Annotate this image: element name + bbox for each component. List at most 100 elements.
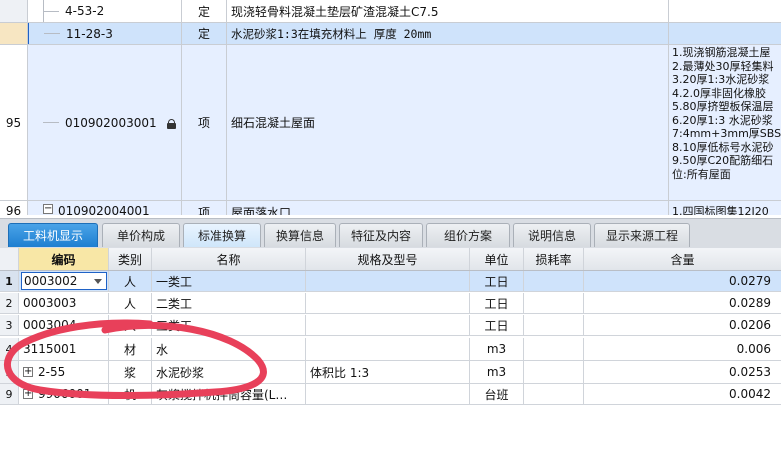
table-row[interactable]: 4-53-2 定 现浇轻骨料混凝土垫层矿渣混凝土C7.5 — [0, 0, 781, 23]
header-name[interactable]: 名称 — [152, 248, 306, 270]
code-value: 9906001 — [38, 387, 92, 401]
type-cell[interactable]: 人 — [109, 315, 152, 335]
spec-cell[interactable] — [306, 271, 470, 291]
item-name: 水泥砂浆1:3在填充材料上 厚度 20mm — [227, 23, 669, 44]
table-row[interactable]: 96 −010902004001 项 屋面落水口 1.四国标图集12J20 — [0, 201, 781, 215]
row-number: 2 — [0, 293, 19, 313]
loss-cell[interactable] — [524, 271, 584, 291]
name-cell[interactable]: 二类工 — [152, 293, 306, 313]
name-cell[interactable]: 水泥砂浆 — [152, 361, 306, 383]
expand-icon[interactable]: + — [23, 389, 33, 399]
table-row-selected[interactable]: 11-28-3 定 水泥砂浆1:3在填充材料上 厚度 20mm — [0, 23, 781, 45]
header-loss-rate[interactable]: 损耗率 — [524, 248, 584, 270]
type-cell[interactable]: 浆 — [109, 361, 152, 383]
table-row[interactable]: 2 0003003 人 二类工 工日 0.0289 — [0, 293, 781, 314]
item-features: 1.四国标图集12J20 — [669, 201, 781, 215]
name-cell[interactable]: 水 — [152, 338, 306, 360]
header-spec[interactable]: 规格及型号 — [306, 248, 470, 270]
unit-cell[interactable]: 工日 — [470, 315, 524, 335]
item-name: 现浇轻骨料混凝土垫层矿渣混凝土C7.5 — [227, 0, 669, 22]
feature-line: 9.50厚C20配筋细石 — [672, 154, 774, 167]
header-type[interactable]: 类别 — [109, 248, 152, 270]
unit-cell[interactable]: 工日 — [470, 293, 524, 313]
spec-cell[interactable] — [306, 315, 470, 335]
item-code-cell: −010902004001 — [28, 201, 182, 215]
header-code[interactable]: 编码 — [19, 248, 109, 270]
table-row[interactable]: 9 +9906001 机 灰浆搅拌机拌筒容量(L… 台班 0.0042 — [0, 384, 781, 405]
tab-description[interactable]: 说明信息 — [513, 223, 591, 247]
unit-cell[interactable]: m3 — [470, 338, 524, 360]
code-cell[interactable]: 3115001 — [19, 338, 109, 360]
spec-cell[interactable] — [306, 384, 470, 404]
expand-icon[interactable]: + — [23, 367, 33, 377]
tab-conversion-info[interactable]: 换算信息 — [264, 223, 336, 247]
table-row[interactable]: 95 010902003001 项 细石混凝土屋面 1.现浇钢筋混凝土屋 2.最… — [0, 45, 781, 201]
lock-icon — [166, 118, 176, 129]
item-features: 1.现浇钢筋混凝土屋 2.最薄处30厚轻集料 3.20厚1:3水泥砂浆 4.2.… — [669, 45, 781, 200]
unit-cell[interactable]: 台班 — [470, 384, 524, 404]
type-cell[interactable]: 人 — [109, 293, 152, 313]
code-value: 0003002 — [24, 274, 78, 288]
code-cell[interactable]: +2-55 — [19, 361, 109, 383]
quantity-cell[interactable]: 0.0042 — [584, 384, 781, 404]
item-code: 11-28-3 — [66, 26, 113, 41]
quantity-cell[interactable]: 0.006 — [584, 338, 781, 360]
type-cell[interactable]: 人 — [109, 271, 152, 291]
header-unit[interactable]: 单位 — [470, 248, 524, 270]
loss-cell[interactable] — [524, 338, 584, 360]
feature-line: 5.80厚挤塑板保温层 — [672, 100, 774, 113]
feature-line: 8.10厚低标号水泥砂 — [672, 140, 774, 154]
quantity-cell[interactable]: 0.0289 — [584, 293, 781, 313]
loss-cell[interactable] — [524, 293, 584, 313]
row-number: 3 — [0, 315, 19, 335]
quantity-cell[interactable]: 0.0279 — [584, 271, 781, 291]
feature-line: 4.2.0厚非固化橡胶 — [672, 86, 766, 100]
tab-material-display[interactable]: 工料机显示 — [8, 223, 98, 247]
loss-cell[interactable] — [524, 361, 584, 383]
item-type: 项 — [182, 201, 227, 215]
spec-cell[interactable]: 体积比 1:3 — [306, 361, 470, 383]
quantity-cell[interactable]: 0.0253 — [584, 361, 781, 383]
item-type: 定 — [182, 0, 227, 22]
item-code-cell: 11-28-3 — [28, 23, 182, 44]
feature-line: 6.20厚1:3 水泥砂浆 — [672, 113, 773, 127]
tab-features-content[interactable]: 特征及内容 — [339, 223, 423, 247]
code-cell[interactable]: 0003002 — [19, 271, 109, 291]
code-cell[interactable]: 0003003 — [19, 293, 109, 313]
item-type: 项 — [182, 45, 227, 200]
code-cell[interactable]: +9906001 — [19, 384, 109, 404]
loss-cell[interactable] — [524, 384, 584, 404]
type-cell[interactable]: 机 — [109, 384, 152, 404]
feature-line: 1.四国标图集12J20 — [672, 205, 769, 215]
spec-cell[interactable] — [306, 293, 470, 313]
tab-standard-conversion[interactable]: 标准换算 — [183, 223, 261, 247]
code-input[interactable]: 0003002 — [21, 272, 107, 290]
item-code-cell: 010902003001 — [28, 45, 182, 200]
tab-source-project[interactable]: 显示来源工程 — [594, 223, 690, 247]
unit-cell[interactable]: m3 — [470, 361, 524, 383]
item-code: 4-53-2 — [65, 4, 105, 18]
chevron-down-icon[interactable] — [94, 278, 102, 284]
unit-cell[interactable]: 工日 — [470, 271, 524, 291]
item-code: 010902003001 — [65, 115, 157, 130]
name-cell[interactable]: 灰浆搅拌机拌筒容量(L… — [152, 384, 306, 404]
row-number — [0, 23, 28, 44]
name-cell[interactable]: 三类工 — [152, 315, 306, 335]
quantity-cell[interactable]: 0.0206 — [584, 315, 781, 335]
table-row[interactable]: 5 +2-55 浆 水泥砂浆 体积比 1:3 m3 0.0253 — [0, 361, 781, 384]
type-cell[interactable]: 材 — [109, 338, 152, 360]
spec-cell[interactable] — [306, 338, 470, 360]
code-cell[interactable]: 0003004 — [19, 315, 109, 335]
header-quantity[interactable]: 含量 — [584, 248, 781, 270]
expand-icon[interactable]: − — [43, 204, 53, 214]
tab-unit-price[interactable]: 单价构成 — [102, 223, 180, 247]
name-cell[interactable]: 一类工 — [152, 271, 306, 291]
table-row-selected[interactable]: 1 0003002 人 一类工 工日 0.0279 — [0, 271, 781, 292]
tab-pricing-plan[interactable]: 组价方案 — [426, 223, 510, 247]
feature-line: 位:所有屋面 — [672, 167, 731, 181]
feature-line: 2.最薄处30厚轻集料 — [672, 59, 774, 73]
row-number: 5 — [0, 361, 19, 383]
table-row[interactable]: 4 3115001 材 水 m3 0.006 — [0, 338, 781, 361]
loss-cell[interactable] — [524, 315, 584, 335]
table-row[interactable]: 3 0003004 人 三类工 工日 0.0206 — [0, 315, 781, 336]
